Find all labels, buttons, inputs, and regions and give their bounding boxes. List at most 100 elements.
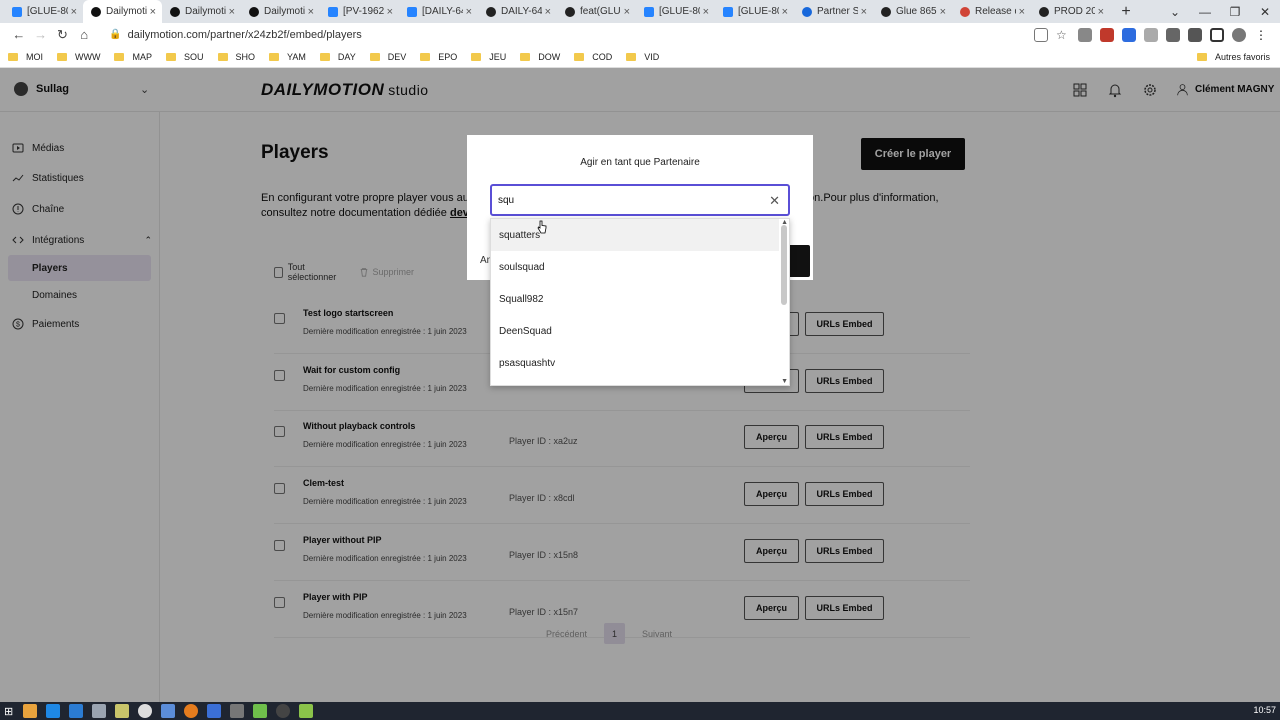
browser-tab[interactable]: PROD 20 × bbox=[1031, 0, 1110, 23]
bookmark-folder[interactable]: SHO bbox=[217, 51, 256, 62]
browser-tab[interactable]: Glue 865 × bbox=[873, 0, 952, 23]
browser-tab[interactable]: Dailymoti × bbox=[241, 0, 320, 23]
bookmark-folder[interactable]: DAY bbox=[319, 52, 356, 62]
close-tab-icon[interactable]: × bbox=[466, 6, 472, 18]
bookmark-folder[interactable]: DOW bbox=[520, 52, 560, 62]
close-tab-icon[interactable]: × bbox=[71, 6, 77, 18]
bookmark-folder[interactable]: COD bbox=[574, 52, 612, 62]
partner-option[interactable]: Squall982 bbox=[491, 283, 779, 315]
close-tab-icon[interactable]: × bbox=[1019, 6, 1025, 18]
extensions-puzzle-icon[interactable] bbox=[1166, 27, 1180, 42]
folder-icon bbox=[8, 52, 18, 61]
bookmark-folder[interactable]: MAP bbox=[114, 52, 152, 62]
modal-title: Agir en tant que Partenaire bbox=[580, 157, 700, 168]
bookmark-folder[interactable]: YAM bbox=[269, 52, 306, 62]
minimize-button[interactable]: — bbox=[1190, 5, 1220, 19]
browser-tab-label: DAILY-64 bbox=[501, 6, 542, 17]
close-tab-icon[interactable]: × bbox=[940, 6, 946, 18]
partner-option[interactable]: DeenSquad bbox=[491, 315, 779, 347]
bookmark-label: JEU bbox=[489, 51, 507, 62]
address-bar[interactable]: 🔒 dailymotion.com/partner/x24zb2f/embed/… bbox=[103, 25, 1034, 44]
bookmark-label: WWW bbox=[75, 51, 101, 62]
browser-tab[interactable]: Release d × bbox=[952, 0, 1031, 23]
tool-taskbar-icon[interactable] bbox=[230, 704, 245, 718]
extension-recycle-icon[interactable] bbox=[1078, 27, 1092, 42]
bookmark-label: COD bbox=[592, 51, 613, 62]
back-button[interactable]: ← bbox=[8, 27, 30, 42]
forward-button[interactable]: → bbox=[30, 27, 52, 42]
profile-avatar[interactable] bbox=[1232, 27, 1246, 42]
url-text: dailymotion.com/partner/x24zb2f/embed/pl… bbox=[127, 28, 362, 41]
browser-tab[interactable]: [GLUE-80 × bbox=[636, 0, 715, 23]
bookmark-folder[interactable]: SOU bbox=[166, 52, 204, 62]
extension-translate-icon[interactable] bbox=[1122, 27, 1136, 42]
restore-button[interactable]: ❐ bbox=[1220, 5, 1250, 19]
close-window-button[interactable]: ✕ bbox=[1250, 5, 1280, 19]
share-icon[interactable] bbox=[1034, 27, 1048, 42]
jira-icon bbox=[644, 6, 654, 17]
close-tab-icon[interactable]: × bbox=[387, 6, 393, 18]
partner-search-input[interactable]: squ ✕ bbox=[490, 184, 790, 216]
bookmark-folder[interactable]: EPO bbox=[420, 52, 457, 62]
close-tab-icon[interactable]: × bbox=[624, 6, 630, 18]
home-button[interactable]: ⌂ bbox=[73, 27, 95, 42]
browser-tab[interactable]: feat(GLUE× bbox=[557, 0, 636, 23]
browser-tab[interactable]: Dailymoti × bbox=[83, 0, 162, 23]
vpn-taskbar-icon[interactable] bbox=[207, 704, 222, 718]
tab-search-icon[interactable]: ⌄ bbox=[1160, 5, 1190, 19]
browser-tab-label: [PV-1962 bbox=[343, 6, 384, 17]
dropdown-scrollbar[interactable] bbox=[781, 225, 787, 305]
side-panel-icon[interactable] bbox=[1210, 27, 1224, 42]
notes-taskbar-icon[interactable] bbox=[115, 704, 130, 718]
vscode-taskbar-icon[interactable] bbox=[69, 704, 84, 718]
app-taskbar-icon[interactable] bbox=[253, 704, 268, 718]
media-queue-icon[interactable] bbox=[1188, 27, 1202, 42]
scroll-down-arrow-icon[interactable]: ▼ bbox=[781, 378, 788, 385]
confluence-icon bbox=[802, 6, 812, 17]
bookmark-label: SHO bbox=[235, 51, 256, 62]
outlook-taskbar-icon[interactable] bbox=[46, 704, 61, 718]
other-bookmarks[interactable]: Autres favoris bbox=[1196, 52, 1270, 62]
bookmark-folder[interactable]: JEU bbox=[471, 52, 506, 62]
bookmark-star-icon[interactable]: ☆ bbox=[1056, 28, 1070, 42]
extension-off-icon[interactable] bbox=[1100, 27, 1114, 42]
partner-option[interactable]: squatters bbox=[491, 219, 779, 251]
close-tab-icon[interactable]: × bbox=[861, 6, 867, 18]
partner-search-value: squ bbox=[498, 194, 515, 206]
windows-start-icon[interactable]: ⊞ bbox=[4, 705, 13, 718]
ubuntu-taskbar-icon[interactable] bbox=[184, 704, 199, 718]
close-tab-icon[interactable]: × bbox=[782, 6, 788, 18]
browser-tab[interactable]: [DAILY-64 × bbox=[399, 0, 478, 23]
folder-icon bbox=[1196, 52, 1207, 61]
close-tab-icon[interactable]: × bbox=[703, 6, 709, 18]
notepad-taskbar-icon[interactable] bbox=[92, 704, 107, 718]
bookmark-folder[interactable]: MOI bbox=[8, 52, 43, 62]
new-tab-button[interactable]: + bbox=[1116, 3, 1136, 21]
close-tab-icon[interactable]: × bbox=[308, 6, 314, 18]
close-tab-icon[interactable]: × bbox=[545, 6, 551, 18]
partner-option[interactable]: psasquashtv bbox=[491, 347, 779, 379]
browser-menu-icon[interactable]: ⋮ bbox=[1254, 28, 1268, 42]
browser-tab[interactable]: Partner St × bbox=[794, 0, 873, 23]
close-tab-icon[interactable]: × bbox=[150, 6, 156, 18]
close-tab-icon[interactable]: × bbox=[229, 6, 235, 18]
github-taskbar-icon[interactable] bbox=[138, 704, 153, 718]
clock-app-taskbar-icon[interactable] bbox=[276, 704, 291, 718]
extension-pen-icon[interactable] bbox=[1144, 27, 1158, 42]
bookmark-folder[interactable]: VID bbox=[626, 52, 659, 62]
clear-search-icon[interactable]: ✕ bbox=[769, 193, 780, 209]
bookmark-folder[interactable]: WWW bbox=[57, 52, 100, 62]
folder-icon bbox=[574, 52, 585, 61]
extra-taskbar-icon[interactable] bbox=[299, 704, 314, 718]
chrome-taskbar-icon[interactable] bbox=[23, 704, 38, 718]
browser-tab[interactable]: DAILY-64 × bbox=[478, 0, 557, 23]
browser-tab[interactable]: [GLUE-80 × bbox=[4, 0, 83, 23]
bookmark-folder[interactable]: DEV bbox=[369, 52, 406, 62]
browser-tab[interactable]: [PV-1962 × bbox=[320, 0, 399, 23]
partner-option[interactable]: soulsquad bbox=[491, 251, 779, 283]
close-tab-icon[interactable]: × bbox=[1098, 6, 1104, 18]
browser-tab[interactable]: Dailymoti × bbox=[162, 0, 241, 23]
remote-taskbar-icon[interactable] bbox=[161, 704, 176, 718]
browser-tab[interactable]: [GLUE-80 × bbox=[715, 0, 794, 23]
reload-button[interactable]: ↻ bbox=[52, 27, 74, 43]
